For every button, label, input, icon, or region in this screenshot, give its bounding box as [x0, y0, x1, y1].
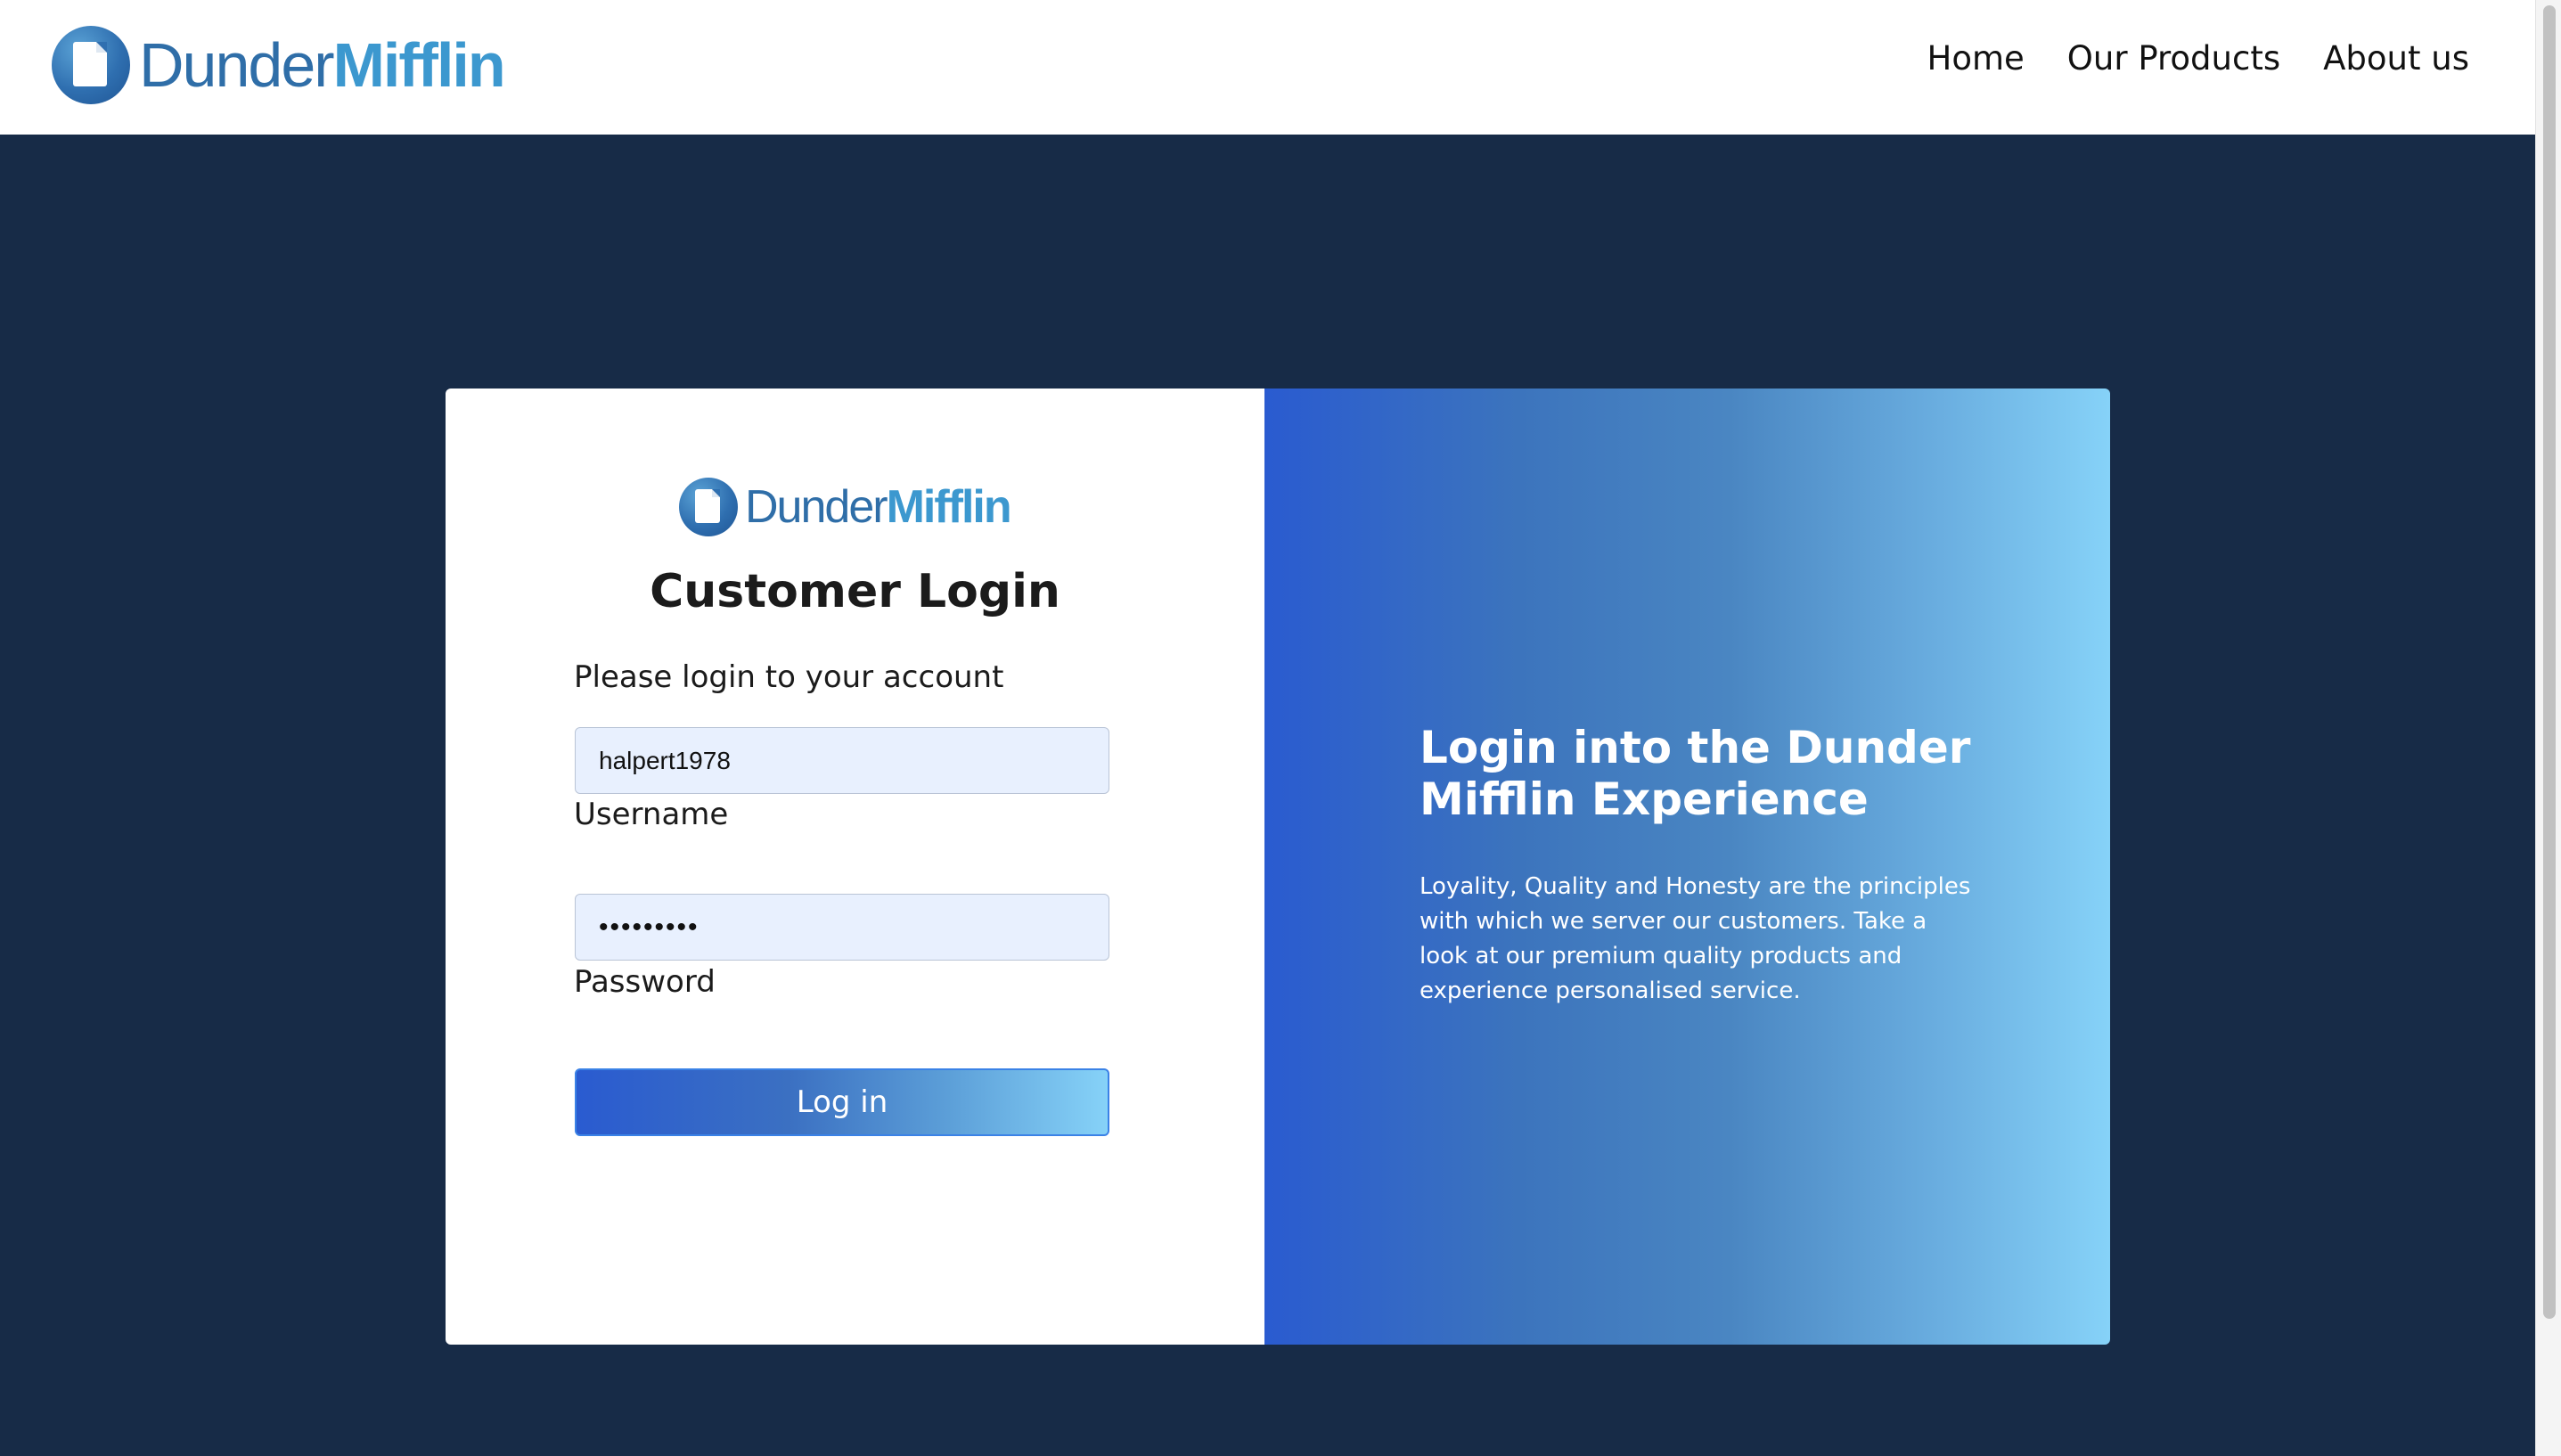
document-logo-icon: [52, 26, 130, 104]
top-header: DunderMifflin Home Our Products About us: [0, 0, 2535, 135]
login-title: Customer Login: [650, 565, 1060, 618]
password-input[interactable]: [575, 894, 1109, 961]
nav-our-products[interactable]: Our Products: [2067, 39, 2280, 78]
main-nav: Home Our Products About us: [1927, 39, 2469, 78]
nav-about-us[interactable]: About us: [2323, 39, 2469, 78]
page-scrollbar[interactable]: [2535, 0, 2561, 1456]
login-brand-wordmark: DunderMifflin: [745, 481, 1012, 533]
scrollbar-thumb[interactable]: [2543, 5, 2556, 1319]
login-button[interactable]: Log in: [575, 1068, 1109, 1136]
brand-part-1: Dunder: [745, 481, 888, 533]
login-subtitle: Please login to your account: [574, 659, 1004, 695]
brand-part-1: Dunder: [139, 30, 335, 100]
login-panel: DunderMifflin Customer Login Please logi…: [446, 389, 1264, 1345]
document-logo-icon: [679, 478, 738, 536]
username-label: Username: [574, 797, 729, 832]
login-card: DunderMifflin Customer Login Please logi…: [446, 389, 2110, 1345]
brand-part-2: Mifflin: [332, 30, 506, 100]
brand-wordmark: DunderMifflin: [139, 34, 506, 96]
promo-panel: Login into the Dunder Mifflin Experience…: [1264, 389, 2110, 1345]
password-label: Password: [574, 964, 716, 1000]
brand-part-2: Mifflin: [886, 481, 1012, 533]
brand-logo[interactable]: DunderMifflin: [52, 25, 506, 105]
nav-home[interactable]: Home: [1927, 39, 2025, 78]
login-brand-logo: DunderMifflin: [679, 478, 1012, 536]
promo-body: Loyality, Quality and Honesty are the pr…: [1420, 873, 1971, 1004]
promo-title: Login into the Dunder Mifflin Experience: [1420, 722, 1971, 825]
username-input[interactable]: [575, 727, 1109, 794]
